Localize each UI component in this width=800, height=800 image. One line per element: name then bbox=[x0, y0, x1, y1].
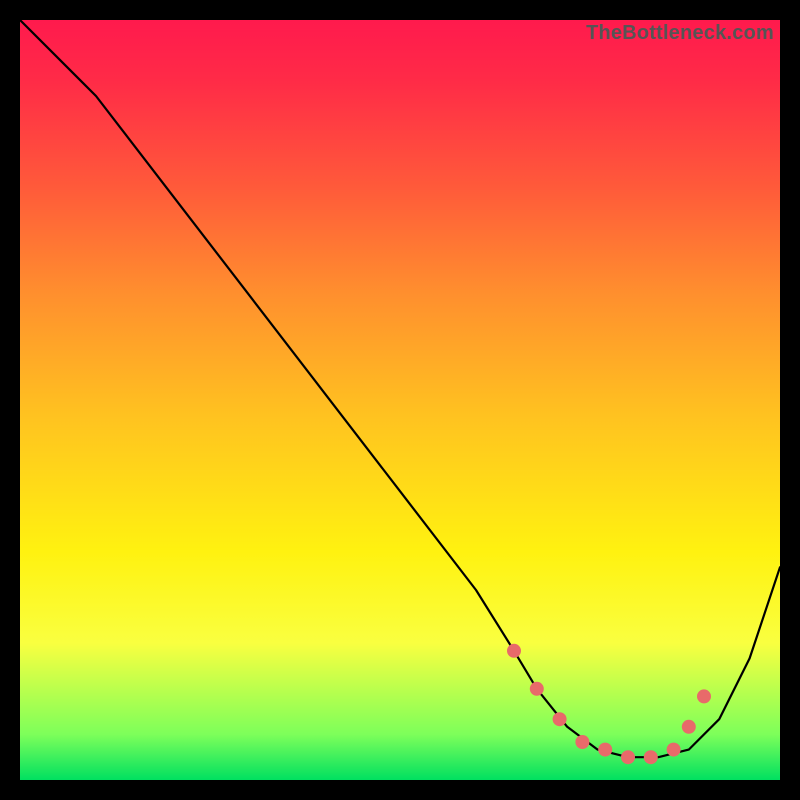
chart-frame: TheBottleneck.com bbox=[0, 0, 800, 800]
highlight-dot bbox=[697, 689, 711, 703]
highlight-dot bbox=[507, 644, 521, 658]
highlight-dots-group bbox=[507, 644, 711, 764]
highlight-dot bbox=[644, 750, 658, 764]
highlight-dot bbox=[682, 720, 696, 734]
highlight-dot bbox=[553, 712, 567, 726]
chart-svg bbox=[20, 20, 780, 780]
highlight-dot bbox=[575, 735, 589, 749]
highlight-dot bbox=[621, 750, 635, 764]
highlight-dot bbox=[667, 743, 681, 757]
highlight-dot bbox=[598, 743, 612, 757]
plot-area: TheBottleneck.com bbox=[20, 20, 780, 780]
bottleneck-curve bbox=[20, 20, 780, 757]
highlight-dot bbox=[530, 682, 544, 696]
